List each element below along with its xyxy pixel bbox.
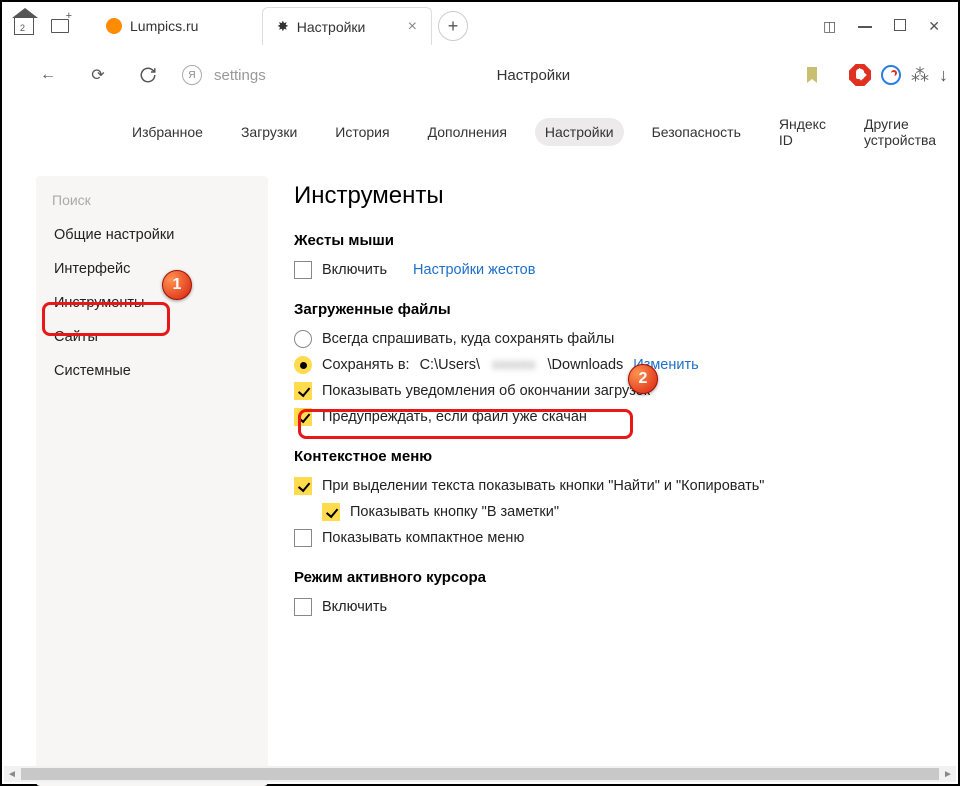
new-tab-button[interactable]: +	[438, 11, 468, 41]
folder-plus-icon	[51, 19, 69, 33]
extensions-icon[interactable]: ⁂	[911, 65, 929, 86]
adblock-icon[interactable]	[849, 64, 871, 86]
row-caret-enable: Включить	[294, 598, 928, 616]
row-compact: Показывать компактное меню	[294, 529, 928, 547]
url-field[interactable]: Я settings Настройки	[182, 65, 789, 85]
row-notify: Показывать уведомления об окончании загр…	[294, 382, 928, 400]
label-save-to: Сохранять в:	[322, 357, 410, 373]
checkbox-findcopy[interactable]	[294, 477, 312, 495]
checkbox-notes[interactable]	[322, 503, 340, 521]
annotation-callout-1: 1	[162, 270, 192, 300]
label-notify: Показывать уведомления об окончании загр…	[322, 383, 650, 399]
address-bar: ← ⟳ Я settings Настройки ⁂ ↓	[2, 50, 958, 100]
label-always-ask: Всегда спрашивать, куда сохранять файлы	[322, 331, 614, 347]
scroll-thumb[interactable]	[21, 768, 939, 780]
url-text: settings	[214, 67, 266, 84]
maximize-button[interactable]	[894, 18, 906, 35]
window-controls: ◫ ✕	[823, 18, 940, 35]
group-caret: Режим активного курсора	[294, 569, 928, 586]
scroll-right-icon[interactable]: ►	[940, 769, 956, 780]
close-window-button[interactable]: ✕	[928, 18, 940, 35]
sidebar-item-general[interactable]: Общие настройки	[36, 218, 268, 252]
scroll-left-icon[interactable]: ◄	[4, 769, 20, 780]
row-always-ask: Всегда спрашивать, куда сохранять файлы	[294, 330, 928, 348]
sync-icon[interactable]	[881, 65, 901, 85]
tab-label: Настройки	[297, 19, 366, 35]
label-notes: Показывать кнопку "В заметки"	[350, 504, 559, 520]
tabs: Lumpics.ru ✸ Настройки × +	[92, 2, 819, 50]
main-panel: Инструменты Жесты мыши Включить Настройк…	[286, 176, 938, 786]
label-caret-enable: Включить	[322, 599, 387, 615]
page-heading: Инструменты	[294, 182, 928, 210]
radio-always-ask[interactable]	[294, 330, 312, 348]
checkbox-warn-dup[interactable]	[294, 408, 312, 426]
sidebar: Поиск Общие настройки Интерфейс Инструме…	[36, 176, 268, 786]
bookmark-icon[interactable]	[807, 67, 817, 83]
home-button[interactable]: 2	[8, 10, 40, 42]
nav-favorites[interactable]: Избранное	[122, 118, 213, 146]
label-compact: Показывать компактное меню	[322, 530, 524, 546]
nav-settings[interactable]: Настройки	[535, 118, 624, 146]
row-findcopy: При выделении текста показывать кнопки "…	[294, 477, 928, 495]
gear-icon: ✸	[277, 18, 289, 35]
content: Поиск Общие настройки Интерфейс Инструме…	[2, 164, 958, 786]
row-warn-dup: Предупреждать, если файл уже скачан	[294, 408, 928, 426]
home-icon: 2	[14, 17, 34, 35]
group-downloaded-files: Загруженные файлы	[294, 301, 928, 318]
close-tab-button[interactable]: ×	[408, 18, 417, 36]
label-mouse-enable: Включить	[322, 262, 387, 278]
nav-downloads[interactable]: Загрузки	[231, 118, 307, 146]
nav-security[interactable]: Безопасность	[642, 118, 751, 146]
nav-extensions[interactable]: Дополнения	[418, 118, 517, 146]
sidebar-item-tools[interactable]: Инструменты	[36, 286, 268, 320]
site-favicon	[106, 18, 122, 34]
checkbox-mouse-enable[interactable]	[294, 261, 312, 279]
site-info-icon[interactable]: Я	[182, 65, 202, 85]
sidebar-toggle-icon[interactable]: ◫	[823, 18, 836, 35]
reload-outer-button[interactable]: ⟳	[82, 59, 114, 91]
label-findcopy: При выделении текста показывать кнопки "…	[322, 478, 764, 494]
sidebar-search[interactable]: Поиск	[36, 182, 268, 218]
row-save-to: Сохранять в: C:\Users\xxxxxx\Downloads И…	[294, 356, 928, 374]
checkbox-compact[interactable]	[294, 529, 312, 547]
page-title: Настройки	[497, 67, 571, 84]
nav-devices[interactable]: Другие устройства	[854, 110, 958, 154]
toolbar-actions: ⁂ ↓	[807, 64, 948, 86]
checkbox-caret-enable[interactable]	[294, 598, 312, 616]
checkbox-notify[interactable]	[294, 382, 312, 400]
reload-button[interactable]	[132, 59, 164, 91]
horizontal-scrollbar[interactable]: ◄ ►	[4, 766, 956, 782]
nav-yandex-id[interactable]: Яндекс ID	[769, 110, 836, 154]
path-part-2: \Downloads	[548, 357, 624, 373]
label-warn-dup: Предупреждать, если файл уже скачан	[322, 409, 587, 425]
path-part-1: C:\Users\	[420, 357, 480, 373]
sidebar-item-sites[interactable]: Сайты	[36, 320, 268, 354]
tab-settings[interactable]: ✸ Настройки ×	[262, 7, 432, 45]
tab-lumpics[interactable]: Lumpics.ru	[92, 7, 262, 45]
link-gesture-settings[interactable]: Настройки жестов	[413, 262, 535, 278]
row-notes: Показывать кнопку "В заметки"	[322, 503, 928, 521]
row-mouse-enable: Включить Настройки жестов	[294, 261, 928, 279]
group-mouse-gestures: Жесты мыши	[294, 232, 928, 249]
minimize-button[interactable]	[858, 18, 872, 35]
sidebar-item-system[interactable]: Системные	[36, 354, 268, 388]
back-button[interactable]: ←	[32, 59, 64, 91]
downloads-icon[interactable]: ↓	[939, 65, 948, 86]
group-context-menu: Контекстное меню	[294, 448, 928, 465]
nav-history[interactable]: История	[325, 118, 399, 146]
radio-save-to[interactable]	[294, 356, 312, 374]
new-folder-button[interactable]	[44, 10, 76, 42]
annotation-callout-2: 2	[628, 364, 658, 394]
sidebar-item-interface[interactable]: Интерфейс	[36, 252, 268, 286]
settings-top-nav: Избранное Загрузки История Дополнения На…	[2, 100, 958, 164]
path-blurred: xxxxxx	[490, 357, 538, 373]
titlebar: 2 Lumpics.ru ✸ Настройки × + ◫ ✕	[2, 2, 958, 50]
tab-label: Lumpics.ru	[130, 18, 198, 34]
